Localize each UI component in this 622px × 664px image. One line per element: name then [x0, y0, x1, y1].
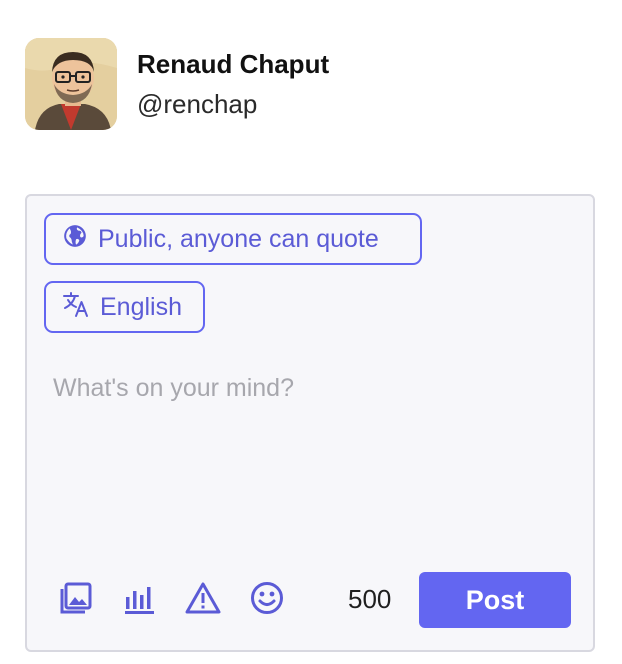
account-names: Renaud Chaput @renchap — [137, 48, 329, 120]
warning-icon — [185, 581, 221, 620]
globe-icon — [62, 223, 98, 256]
status-textarea[interactable]: What's on your mind? — [53, 374, 294, 403]
visibility-selector[interactable]: Public, anyone can quote — [44, 213, 422, 265]
image-icon — [59, 581, 93, 620]
account-header: Renaud Chaput @renchap — [25, 38, 329, 130]
language-label: English — [100, 292, 182, 321]
bar-chart-icon — [123, 581, 157, 620]
avatar[interactable] — [25, 38, 117, 130]
display-name: Renaud Chaput — [137, 49, 330, 79]
content-warning-button[interactable] — [185, 582, 221, 618]
visibility-label: Public, anyone can quote — [98, 224, 379, 253]
emoji-button[interactable] — [249, 581, 285, 620]
account-handle: @renchap — [137, 89, 258, 119]
post-button[interactable]: Post — [419, 572, 571, 628]
translate-icon — [62, 290, 100, 325]
add-media-button[interactable] — [58, 582, 94, 618]
add-poll-button[interactable] — [122, 582, 158, 618]
character-counter: 500 — [348, 584, 392, 614]
smiley-icon — [250, 581, 284, 620]
language-selector[interactable]: English — [44, 281, 205, 333]
compose-form: Public, anyone can quote English What's … — [25, 194, 595, 652]
